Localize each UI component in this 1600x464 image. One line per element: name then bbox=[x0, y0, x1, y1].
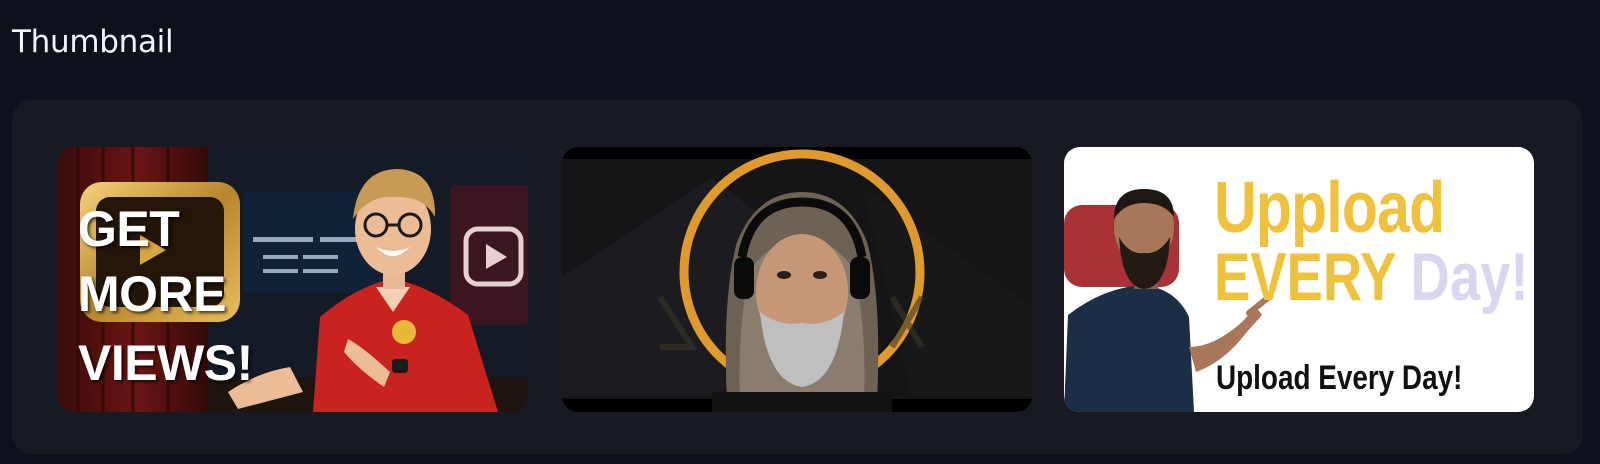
thumbnail-card-3[interactable]: Uppload EVERY Day! Upload Every Day! bbox=[1064, 147, 1534, 412]
thumbnail-image-2 bbox=[562, 147, 1032, 412]
play-logo-icon bbox=[80, 182, 240, 322]
thumbnail-card-1[interactable]: GET MORE VIEWS! bbox=[58, 147, 528, 412]
thumbnail-card-2[interactable] bbox=[562, 147, 1032, 412]
thumbnail-image-1 bbox=[58, 147, 528, 412]
thumbnail-image-3 bbox=[1064, 147, 1534, 412]
section-title: Thumbnail bbox=[12, 24, 174, 60]
thumbnail-panel: GET MORE VIEWS! Uppload EVERY Day! Uploa… bbox=[12, 100, 1583, 454]
